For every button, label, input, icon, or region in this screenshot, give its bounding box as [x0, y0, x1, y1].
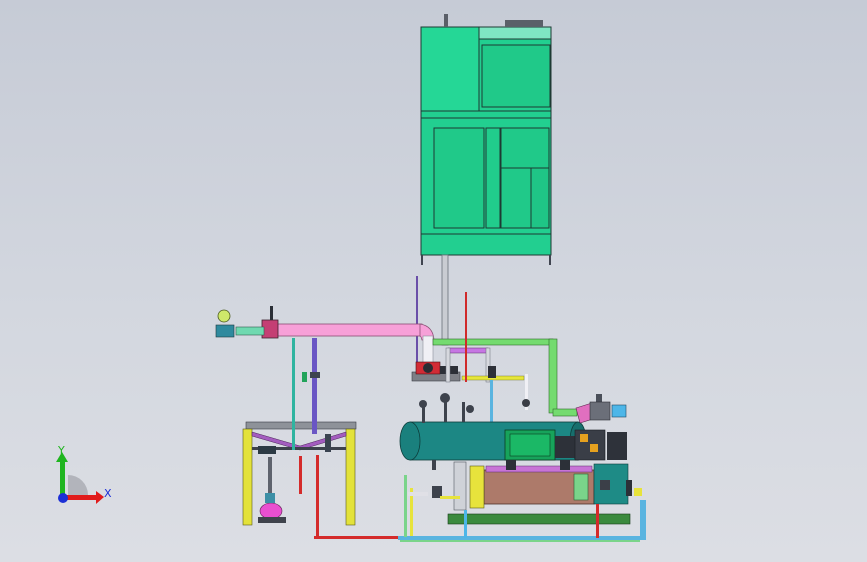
assembly-drawing: Y X — [56, 14, 646, 542]
shell-tube-heat-exchanger[interactable] — [447, 460, 631, 525]
circulation-pump[interactable] — [411, 361, 461, 382]
x-axis-label: X — [104, 487, 112, 500]
pink-valve[interactable] — [575, 394, 627, 424]
steel-stand[interactable] — [242, 338, 357, 537]
coordinate-triad-icon: Y X — [56, 444, 112, 504]
cad-viewport[interactable]: Y X — [0, 0, 867, 562]
y-axis-label: Y — [57, 444, 65, 457]
pink-header-pipe[interactable] — [215, 306, 435, 365]
green-pipe-loop[interactable] — [432, 292, 578, 426]
cooling-tower[interactable] — [416, 14, 552, 371]
